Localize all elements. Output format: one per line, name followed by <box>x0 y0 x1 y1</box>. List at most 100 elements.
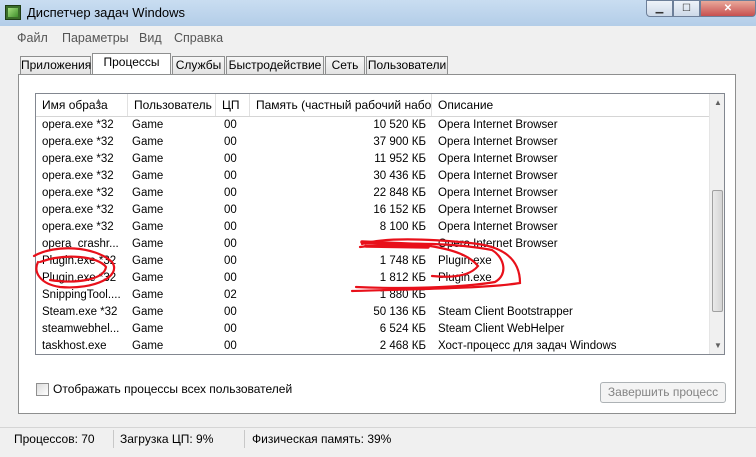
process-list-header: Имя образа ▲ Пользователь ЦП Память (час… <box>36 94 709 117</box>
process-name-cell: Plugin.exe *32 <box>42 272 117 284</box>
tab-processes[interactable]: Процессы <box>92 53 171 74</box>
table-row[interactable]: steamwebhel... Game 00 6 524 КБ Steam Client… <box>36 321 709 338</box>
tab-networking[interactable]: Сеть <box>325 56 365 74</box>
process-description-cell: Plugin.exe <box>438 255 492 267</box>
process-description-cell: Plugin.exe <box>438 272 492 284</box>
process-memory-cell: 11 952 КБ <box>374 153 426 165</box>
status-physical-memory: Физическая память: 39% <box>252 432 392 446</box>
column-header-description[interactable]: Описание <box>432 94 709 116</box>
task-manager-icon <box>5 5 21 20</box>
process-user-cell: Game <box>132 255 164 267</box>
status-process-count: Процессов: 70 <box>14 432 95 446</box>
process-description-cell: Opera Internet Browser <box>438 119 558 131</box>
process-user-cell: Game <box>132 136 164 148</box>
process-user-cell: Game <box>132 119 164 131</box>
process-user-cell: Game <box>132 204 164 216</box>
maximize-button[interactable]: ☐ <box>673 0 700 17</box>
process-name-cell: steamwebhel... <box>42 323 120 335</box>
process-user-cell: Game <box>132 221 164 233</box>
process-memory-cell: 2 468 КБ <box>379 340 426 352</box>
process-description-cell: Opera Internet Browser <box>438 221 558 233</box>
column-header-cpu[interactable]: ЦП <box>216 94 250 116</box>
process-name-cell: opera_crashr... <box>42 238 119 250</box>
process-user-cell: Game <box>132 170 164 182</box>
status-divider <box>244 430 245 448</box>
menu-bar: Файл Параметры Вид Справка <box>0 27 756 49</box>
minimize-button[interactable]: ▁ <box>646 0 673 17</box>
process-memory-cell: 50 136 КБ <box>373 306 426 318</box>
process-memory-cell: 6 524 КБ <box>379 323 426 335</box>
table-row[interactable]: Plugin.exe *32 Game 00 1 748 КБ Plugin.exe <box>36 253 709 270</box>
process-description-cell: Opera Internet Browser <box>438 187 558 199</box>
process-description-cell: Steam Client WebHelper <box>438 323 565 335</box>
close-button[interactable]: ✕ <box>700 0 756 17</box>
table-row[interactable]: opera.exe *32 Game 00 11 952 КБ Opera Intern… <box>36 151 709 168</box>
close-icon: ✕ <box>723 3 733 14</box>
process-user-cell: Game <box>132 323 164 335</box>
process-memory-cell: 16 152 КБ <box>373 204 426 216</box>
table-row[interactable]: Plugin.exe *32 Game 00 1 812 КБ Plugin.exe <box>36 270 709 287</box>
process-description-cell: Steam Client Bootstrapper <box>438 306 573 318</box>
column-header-memory[interactable]: Память (частный рабочий набор) <box>250 94 432 116</box>
table-row[interactable]: SnippingTool.... Game 02 1 880 КБ <box>36 287 709 304</box>
minimize-icon: ▁ <box>655 3 664 14</box>
tab-applications[interactable]: Приложения <box>20 56 91 74</box>
process-memory-cell: 37 900 КБ <box>373 136 426 148</box>
process-user-cell: Game <box>132 289 164 301</box>
vertical-scrollbar[interactable]: ▲ ▼ <box>709 94 724 354</box>
menu-options[interactable]: Параметры <box>62 31 129 45</box>
process-name-cell: opera.exe *32 <box>42 153 114 165</box>
column-header-image-name[interactable]: Имя образа ▲ <box>36 94 128 116</box>
tab-services[interactable]: Службы <box>172 56 225 74</box>
process-user-cell: Game <box>132 272 164 284</box>
process-description-cell: Opera Internet Browser <box>438 238 558 250</box>
process-memory-cell <box>250 236 426 253</box>
process-name-cell: taskhost.exe <box>42 340 107 352</box>
process-memory-cell: 1 748 КБ <box>379 255 426 267</box>
maximize-icon: ☐ <box>682 3 691 14</box>
process-user-cell: Game <box>132 187 164 199</box>
scroll-down-icon[interactable]: ▼ <box>710 337 724 354</box>
process-memory-cell: 1 812 КБ <box>379 272 426 284</box>
sort-ascending-icon: ▲ <box>94 96 103 106</box>
process-description-cell: Opera Internet Browser <box>438 136 558 148</box>
table-row[interactable]: opera.exe *32 Game 00 37 900 КБ Opera Intern… <box>36 134 709 151</box>
title-bar[interactable]: Диспетчер задач Windows ▁ ☐ ✕ <box>0 0 756 26</box>
process-user-cell: Game <box>132 340 164 352</box>
process-memory-cell: 30 436 КБ <box>373 170 426 182</box>
tab-performance[interactable]: Быстродействие <box>226 56 324 74</box>
scroll-thumb[interactable] <box>712 190 723 312</box>
menu-help[interactable]: Справка <box>174 31 223 45</box>
menu-view[interactable]: Вид <box>139 31 162 45</box>
column-header-user[interactable]: Пользователь <box>128 94 216 116</box>
scroll-up-icon[interactable]: ▲ <box>710 94 724 111</box>
process-memory-cell: 22 848 КБ <box>373 187 426 199</box>
process-list[interactable]: Имя образа ▲ Пользователь ЦП Память (час… <box>35 93 725 355</box>
table-row[interactable]: taskhost.exe Game 00 2 468 КБ Хост-процесс д… <box>36 338 709 354</box>
process-name-cell: opera.exe *32 <box>42 170 114 182</box>
table-row[interactable]: opera.exe *32 Game 00 16 152 КБ Opera Intern… <box>36 202 709 219</box>
end-process-button[interactable]: Завершить процесс <box>600 382 726 403</box>
process-user-cell: Game <box>132 153 164 165</box>
process-name-cell: opera.exe *32 <box>42 136 114 148</box>
process-memory-cell: 8 100 КБ <box>379 221 426 233</box>
process-description-cell <box>438 287 708 304</box>
menu-file[interactable]: Файл <box>17 31 48 45</box>
process-description-cell: Opera Internet Browser <box>438 204 558 216</box>
process-name-cell: opera.exe *32 <box>42 221 114 233</box>
table-row[interactable]: opera.exe *32 Game 00 22 848 КБ Opera Intern… <box>36 185 709 202</box>
table-row[interactable]: opera_crashr... Game 00 Opera Internet Brow… <box>36 236 709 253</box>
table-row[interactable]: opera.exe *32 Game 00 8 100 КБ Opera Interne… <box>36 219 709 236</box>
process-memory-cell: 10 520 КБ <box>373 119 426 131</box>
table-row[interactable]: opera.exe *32 Game 00 10 520 КБ Opera Intern… <box>36 117 709 134</box>
table-row[interactable]: opera.exe *32 Game 00 30 436 КБ Opera Intern… <box>36 168 709 185</box>
show-all-users-checkbox[interactable] <box>36 383 49 396</box>
process-name-cell: Steam.exe *32 <box>42 306 118 318</box>
status-cpu-usage: Загрузка ЦП: 9% <box>120 432 214 446</box>
table-row[interactable]: Steam.exe *32 Game 00 50 136 КБ Steam Client… <box>36 304 709 321</box>
process-user-cell: Game <box>132 238 164 250</box>
process-user-cell: Game <box>132 306 164 318</box>
status-divider <box>113 430 114 448</box>
tab-users[interactable]: Пользователи <box>366 56 448 74</box>
process-name-cell: opera.exe *32 <box>42 187 114 199</box>
